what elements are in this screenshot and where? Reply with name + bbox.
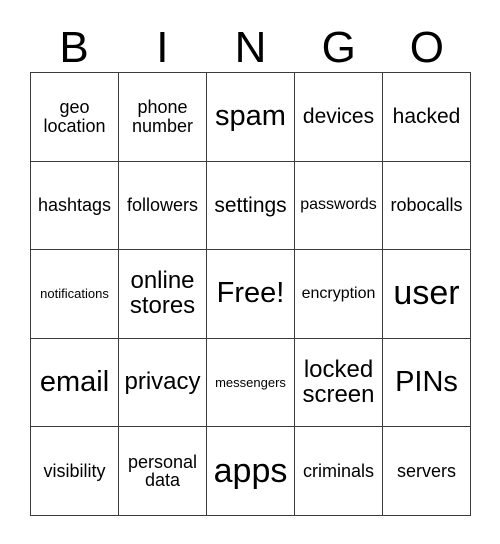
bingo-header-letter-n: N xyxy=(234,23,267,72)
bingo-cell-label: spam xyxy=(215,99,286,132)
bingo-cell-label: visibility xyxy=(43,460,106,481)
bingo-free-space-label: Free! xyxy=(216,277,285,310)
bingo-header-letter-o: O xyxy=(409,23,445,72)
bingo-cell-label: hacked xyxy=(392,104,461,128)
bingo-cell-label: online stores xyxy=(129,267,196,319)
bingo-cell-g3[interactable]: encryption xyxy=(295,250,383,339)
bingo-cell-label: privacy xyxy=(124,368,201,396)
bingo-cell-o5[interactable]: servers xyxy=(383,427,471,516)
bingo-cell-label: geo location xyxy=(43,97,106,136)
bingo-cell-o2[interactable]: robocalls xyxy=(383,161,471,251)
bingo-cell-b4[interactable]: email xyxy=(31,338,119,428)
bingo-cell-b1[interactable]: geo location xyxy=(31,73,119,162)
bingo-cell-label: servers xyxy=(396,460,456,481)
bingo-cell-label: PINs xyxy=(395,365,458,398)
bingo-cell-label: user xyxy=(393,274,460,313)
bingo-cell-label: apps xyxy=(213,451,288,490)
bingo-cell-i2[interactable]: followers xyxy=(119,161,207,251)
bingo-header-row: B I N G O xyxy=(30,18,471,70)
bingo-cell-label: encryption xyxy=(301,284,376,302)
bingo-cell-i1[interactable]: phone number xyxy=(119,73,207,162)
bingo-cell-o1[interactable]: hacked xyxy=(383,73,471,162)
bingo-cell-b2[interactable]: hashtags xyxy=(31,161,119,251)
bingo-cell-label: messengers xyxy=(215,374,286,390)
bingo-cell-o4[interactable]: PINs xyxy=(383,338,471,428)
bingo-cell-g1[interactable]: devices xyxy=(295,73,383,162)
bingo-cell-o3[interactable]: user xyxy=(383,250,471,339)
bingo-cell-g2[interactable]: passwords xyxy=(295,161,383,251)
bingo-cell-n4[interactable]: messengers xyxy=(207,338,295,428)
bingo-cell-i3[interactable]: online stores xyxy=(119,250,207,339)
bingo-cell-n1[interactable]: spam xyxy=(207,73,295,162)
bingo-header-letter-b: B xyxy=(59,23,89,72)
bingo-cell-i4[interactable]: privacy xyxy=(119,338,207,428)
bingo-cell-free-space[interactable]: Free! xyxy=(207,250,295,339)
bingo-cell-b5[interactable]: visibility xyxy=(31,427,119,516)
bingo-cell-i5[interactable]: personal data xyxy=(119,427,207,516)
bingo-cell-label: personal data xyxy=(127,451,198,491)
bingo-cell-g5[interactable]: criminals xyxy=(295,427,383,516)
bingo-cell-label: followers xyxy=(126,195,199,216)
bingo-header-letter-i: I xyxy=(156,23,169,72)
bingo-cell-label: settings xyxy=(214,193,287,217)
bingo-cell-n5[interactable]: apps xyxy=(207,427,295,516)
bingo-cell-label: email xyxy=(39,365,110,398)
bingo-cell-label: robocalls xyxy=(390,195,463,216)
bingo-cell-g4[interactable]: locked screen xyxy=(295,338,383,428)
bingo-grid: geo location phone number spam devices h… xyxy=(30,72,471,516)
bingo-cell-b3[interactable]: notifications xyxy=(31,250,119,339)
bingo-cell-label: locked screen xyxy=(302,355,375,408)
bingo-cell-n2[interactable]: settings xyxy=(207,161,295,251)
bingo-cell-label: passwords xyxy=(300,196,377,214)
bingo-cell-label: phone number xyxy=(131,97,194,136)
bingo-cell-label: hashtags xyxy=(37,195,112,216)
bingo-card: B I N G O geo location phone number spam… xyxy=(0,0,500,544)
bingo-cell-label: devices xyxy=(302,104,375,128)
bingo-cell-label: criminals xyxy=(302,460,374,481)
bingo-cell-label: notifications xyxy=(40,286,109,302)
bingo-header-letter-g: G xyxy=(321,23,356,72)
